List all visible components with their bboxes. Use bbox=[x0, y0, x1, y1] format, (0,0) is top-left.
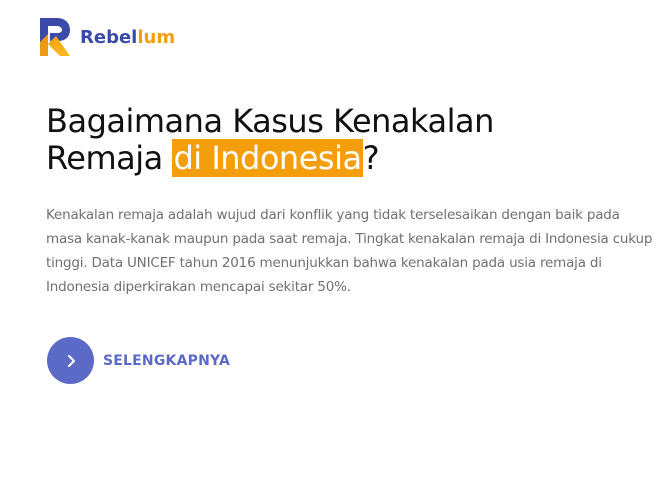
hero-title-suffix: ? bbox=[362, 139, 380, 177]
chevron-right-icon bbox=[67, 354, 75, 367]
hero-title-line2-prefix: Remaja bbox=[46, 139, 173, 177]
hero-title: Bagaimana Kasus Kenakalan Remaja di Indo… bbox=[46, 103, 646, 177]
brand-logo[interactable]: Rebellum bbox=[38, 16, 175, 58]
rebellum-logo-icon bbox=[40, 18, 70, 56]
brand-name-part1: Rebel bbox=[80, 26, 138, 48]
hero-title-line1: Bagaimana Kasus Kenakalan bbox=[46, 102, 494, 140]
read-more-button[interactable]: SELENGKAPNYA bbox=[47, 337, 230, 384]
read-more-circle[interactable] bbox=[47, 337, 94, 384]
brand-name-part2: lum bbox=[137, 26, 176, 48]
read-more-label[interactable]: SELENGKAPNYA bbox=[103, 353, 230, 369]
hero-title-highlight: di Indonesia bbox=[172, 139, 363, 177]
hero-description: Kenakalan remaja adalah wujud dari konfl… bbox=[46, 207, 653, 295]
brand-name: Rebellum bbox=[80, 27, 175, 48]
